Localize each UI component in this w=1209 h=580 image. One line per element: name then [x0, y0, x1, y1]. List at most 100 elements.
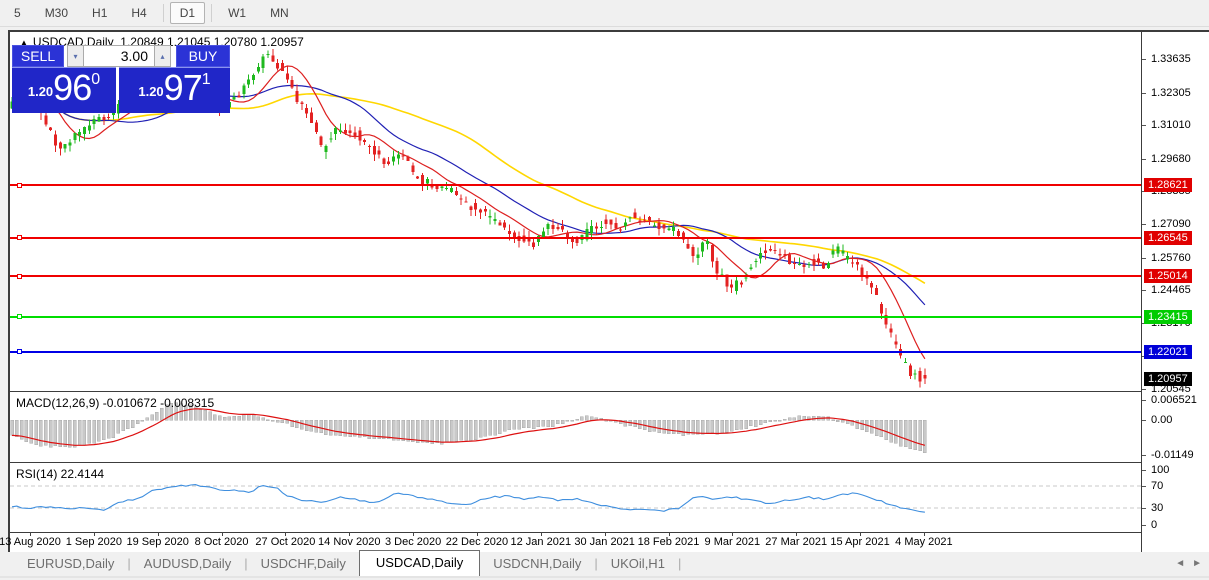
- tab-scroll-left-icon[interactable]: ◄: [1175, 558, 1192, 576]
- candle-body: [421, 174, 425, 184]
- macd-histogram-bar: [652, 419, 657, 432]
- rsi-panel-canvas[interactable]: [10, 464, 1141, 532]
- macd-histogram-bar: [140, 419, 145, 422]
- macd-histogram-bar: [24, 419, 29, 442]
- macd-tick-label: -0.01149: [1151, 448, 1194, 461]
- horizontal-level-line[interactable]: [10, 315, 1141, 318]
- macd-histogram-bar: [237, 416, 241, 421]
- rsi-indicator-label: RSI(14) 22.4144: [16, 467, 105, 481]
- panel-separator[interactable]: [10, 462, 1141, 463]
- candle-body: [556, 227, 560, 229]
- panel-separator[interactable]: [10, 391, 1141, 392]
- buy-price-pip: 1: [201, 71, 211, 88]
- sell-button[interactable]: SELL: [12, 45, 64, 67]
- price-tick-mark: [1142, 125, 1146, 127]
- buy-quote-panel[interactable]: 1.20971: [119, 67, 230, 113]
- candle-body: [464, 201, 468, 203]
- volume-input[interactable]: 3.00: [84, 45, 154, 67]
- date-axis[interactable]: 13 Aug 2020 1 Sep 2020 19 Sep 2020 8 Oct 20…: [0, 532, 1141, 553]
- candle-body: [450, 187, 454, 193]
- level-line-handle[interactable]: [17, 314, 22, 320]
- candle-body: [913, 373, 917, 375]
- level-line-handle[interactable]: [17, 182, 22, 188]
- candle-body: [662, 224, 666, 229]
- timeframe-button-h1[interactable]: H1: [82, 2, 117, 24]
- macd-histogram-bar: [700, 419, 705, 435]
- sell-quote-panel[interactable]: 1.20960: [12, 67, 116, 113]
- macd-histogram-bar: [256, 416, 261, 421]
- macd-histogram-bar: [449, 419, 454, 443]
- macd-histogram-bar: [696, 419, 700, 435]
- macd-indicator-label: MACD(12,26,9) -0.010672 -0.008315: [16, 396, 215, 410]
- candle-body: [392, 156, 396, 162]
- chart-tab-usdcad[interactable]: USDCAD,Daily: [358, 550, 481, 576]
- candle-body: [295, 90, 299, 103]
- chart-tab-eurusd[interactable]: EURUSD,Daily: [14, 552, 127, 576]
- horizontal-level-line[interactable]: [10, 350, 1141, 353]
- volume-increase-button[interactable]: ▴: [154, 45, 171, 67]
- macd-histogram-bar: [116, 419, 121, 434]
- date-tick-label: 3 Dec 2020: [384, 536, 442, 548]
- candle-body: [329, 138, 333, 140]
- timeframe-button-m30[interactable]: M30: [35, 2, 78, 24]
- timeframe-button-5[interactable]: 5: [4, 2, 31, 24]
- candle-body: [49, 127, 53, 131]
- macd-histogram-bar: [860, 419, 864, 430]
- macd-histogram-bar: [580, 416, 584, 421]
- candle-body: [850, 262, 854, 264]
- timeframe-button-d1[interactable]: D1: [169, 2, 206, 24]
- macd-histogram-bar: [246, 413, 251, 421]
- buy-button[interactable]: BUY: [176, 45, 230, 67]
- candle-body: [812, 259, 816, 266]
- chart-tab-usdcnh[interactable]: USDCNH,Daily: [480, 552, 594, 576]
- chart-tab-audusd[interactable]: AUDUSD,Daily: [131, 552, 244, 576]
- price-scale[interactable]: 1.336351.323051.310101.296801.283851.270…: [1142, 32, 1209, 553]
- chart-tab-usdchf[interactable]: USDCHF,Daily: [248, 552, 359, 576]
- level-line-handle[interactable]: [17, 349, 22, 355]
- buy-price-main: 97: [163, 67, 203, 108]
- horizontal-level-line[interactable]: [10, 275, 1141, 278]
- candle-body: [744, 277, 748, 279]
- date-tick-label: 13 Aug 2020: [0, 536, 61, 548]
- tab-scroll-right-icon[interactable]: ►: [1192, 558, 1209, 576]
- rsi-tick-mark: [1142, 486, 1146, 487]
- macd-histogram-bar: [343, 419, 348, 437]
- timeframe-button-h4[interactable]: H4: [121, 2, 156, 24]
- rsi-tick-label: 70: [1151, 480, 1164, 492]
- macd-histogram-bar: [203, 410, 207, 421]
- buy-price-prefix: 1.20: [138, 84, 164, 99]
- candle-body: [363, 140, 367, 142]
- candle-body: [358, 130, 362, 141]
- level-line-handle[interactable]: [17, 273, 22, 279]
- candle-body: [401, 155, 405, 157]
- date-tick-label: 9 Mar 2021: [704, 536, 761, 548]
- date-tick-label: 22 Dec 2020: [445, 536, 509, 548]
- candle-body: [908, 365, 912, 377]
- price-tick-mark: [1142, 388, 1146, 390]
- macd-histogram-bar: [879, 419, 884, 438]
- candle-body: [479, 209, 483, 213]
- price-tick-label: 1.31010: [1151, 119, 1191, 132]
- candle-body: [686, 243, 690, 249]
- horizontal-level-line[interactable]: [10, 236, 1141, 239]
- volume-decrease-button[interactable]: ▾: [67, 45, 84, 67]
- level-line-handle[interactable]: [17, 235, 22, 241]
- timeframe-button-w1[interactable]: W1: [218, 2, 256, 24]
- timeframe-button-mn[interactable]: MN: [260, 2, 299, 24]
- horizontal-level-line[interactable]: [10, 184, 1141, 187]
- price-tick-mark: [1142, 257, 1146, 259]
- candle-body: [280, 63, 284, 71]
- candle-body: [599, 227, 603, 229]
- date-tick-label: 30 Jan 2021: [574, 536, 635, 548]
- macd-histogram-bar: [222, 416, 227, 421]
- macd-histogram-bar: [531, 419, 536, 430]
- macd-histogram-bar: [77, 419, 82, 446]
- candle-body: [730, 284, 734, 288]
- candle-body: [309, 112, 313, 123]
- chart-tab-ukoil[interactable]: UKOil,H1: [598, 552, 678, 576]
- candle-body: [870, 282, 874, 288]
- macd-histogram-bar: [319, 419, 323, 434]
- macd-histogram-bar: [551, 419, 555, 428]
- candle-body: [754, 260, 758, 262]
- macd-histogram-bar: [415, 419, 420, 443]
